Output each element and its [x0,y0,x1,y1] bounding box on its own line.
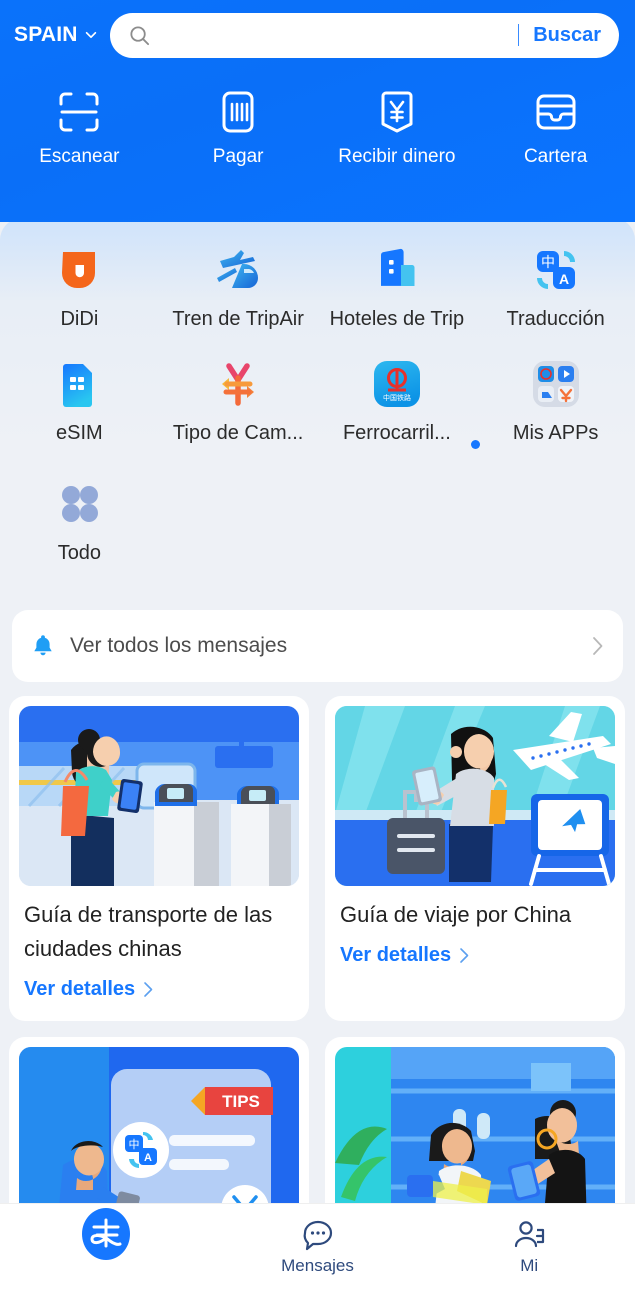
card-grid: Guía de transporte de las ciudades china… [9,696,626,1272]
quick-action-pagar[interactable]: Pagar [159,88,318,168]
app-root: SPAIN Buscar Escanear Pagar Recibir dine… [0,0,635,1289]
app-grid-row: Todo [0,476,635,596]
barcode-pay-icon [222,91,254,133]
nav-item-label: Mi [520,1255,539,1275]
quick-action-label: Escanear [39,146,120,167]
app-tile-label: DiDi [60,308,99,330]
esim-card-icon [63,364,93,407]
app-tile-traduccion[interactable]: 中 A Traducción [476,242,635,356]
quick-action-label: Pagar [212,146,264,167]
chevron-right-icon [593,637,603,655]
quick-action-cartera[interactable]: Cartera [476,88,635,168]
app-tile-hoteles-de-trip[interactable]: Hoteles de Trip [318,242,477,356]
app-grid-panel: DiDi Tren de TripAir Hoteles de Trip 中 A… [0,218,635,600]
search-bar[interactable]: Buscar [109,12,619,58]
translate-icon: 中 A [536,251,575,289]
chevron-down-icon [85,31,96,39]
nav-item-mensajes[interactable]: Mensajes [212,1218,424,1276]
app-tile-mis-apps[interactable]: Mis APPs [476,356,635,476]
app-tile-esim[interactable]: eSIM [0,356,159,476]
messages-bar[interactable]: Ver todos los mensajes [12,610,623,682]
app-tile-label: Traducción [506,308,605,330]
card-link[interactable]: Ver detalles [19,968,299,1017]
app-tile-label: Tren de TripAir [172,308,304,330]
receive-money-yen-icon [381,91,413,133]
train-plane-icon [217,250,259,288]
region-selector[interactable]: SPAIN [14,23,104,47]
my-apps-grid-icon [532,361,579,407]
app-tile-empty [476,476,635,596]
wallet-icon [536,94,576,130]
app-tile-label: Hoteles de Trip [329,308,465,330]
app-tile-empty [318,476,477,596]
app-grid-row: eSIM Tipo de Cam... 中国铁路 Ferrocarril... … [0,356,635,476]
card-image-airport-plane [335,706,615,886]
exchange-rate-yen-icon [222,363,255,406]
app-tile-empty [159,476,318,596]
app-tile-label: Mis APPs [512,422,599,444]
bottom-navigation: Mensajes Mi [0,1203,635,1289]
search-button[interactable]: Buscar [533,24,613,47]
profile-person-icon [515,1220,545,1247]
region-label: SPAIN [14,23,78,46]
quick-action-label: Recibir dinero [338,146,456,167]
messages-bar-label: Ver todos los mensajes [70,634,288,657]
app-tile-tipo-de-cambio[interactable]: Tipo de Cam... [159,356,318,476]
svg-text:中: 中 [129,1138,140,1151]
bell-icon [34,635,52,656]
nav-item-home[interactable] [0,1207,212,1286]
svg-text:中国铁路: 中国铁路 [383,393,411,402]
chat-bubble-icon [303,1220,332,1250]
svg-text:A: A [144,1152,152,1164]
app-tile-label: eSIM [56,422,103,444]
china-railway-icon: 中国铁路 [373,361,420,407]
svg-text:TIPS: TIPS [222,1092,260,1111]
all-apps-dots-icon [62,486,99,522]
card-image-shop-qr-payment [335,1047,615,1228]
alipay-home-icon [81,1207,130,1260]
card-title: Guía de viaje por China [340,902,572,927]
app-tile-label: Ferrocarril... [342,422,451,444]
header-top-bar: SPAIN Buscar [0,0,635,70]
card-link-label: Ver detalles [340,944,452,967]
nav-item-label: Mensajes [281,1255,354,1275]
quick-action-recibir-dinero[interactable]: Recibir dinero [318,88,477,168]
app-tile-label: Todo [57,542,102,564]
app-tile-ferrocarril[interactable]: 中国铁路 Ferrocarril... [318,356,481,476]
didi-icon [62,252,96,288]
content-card[interactable]: Guía de transporte de las ciudades china… [9,696,309,1022]
app-tile-label: Tipo de Cam... [172,422,304,444]
search-input[interactable] [150,25,519,45]
svg-text:A: A [559,271,569,287]
app-tile-todo[interactable]: Todo [0,476,159,596]
chevron-right-icon [144,982,153,997]
quick-action-label: Cartera [523,146,588,167]
hotel-building-icon [380,248,415,286]
card-image-metro-turnstile [19,706,299,886]
card-image-translation-tips: TIPS 中 A [19,1047,299,1228]
search-icon [130,25,149,45]
chevron-right-icon [460,948,469,963]
card-link-label: Ver detalles [24,978,136,1001]
nav-item-mi[interactable]: Mi [423,1218,635,1276]
app-grid-row: DiDi Tren de TripAir Hoteles de Trip 中 A… [0,236,635,356]
content-card[interactable]: Guía de viaje por China Ver detalles [325,696,625,1022]
scan-icon [59,92,99,132]
quick-actions: Escanear Pagar Recibir dinero Cartera [0,70,635,168]
app-tile-tren-de-tripair[interactable]: Tren de TripAir [159,242,318,356]
header: SPAIN Buscar Escanear Pagar Recibir dine… [0,0,635,222]
card-title: Guía de transporte de las ciudades china… [24,902,273,962]
search-divider [518,24,520,46]
quick-action-escanear[interactable]: Escanear [0,88,159,168]
app-tile-didi[interactable]: DiDi [0,242,159,356]
svg-text:中: 中 [541,255,555,271]
card-link[interactable]: Ver detalles [335,934,615,983]
